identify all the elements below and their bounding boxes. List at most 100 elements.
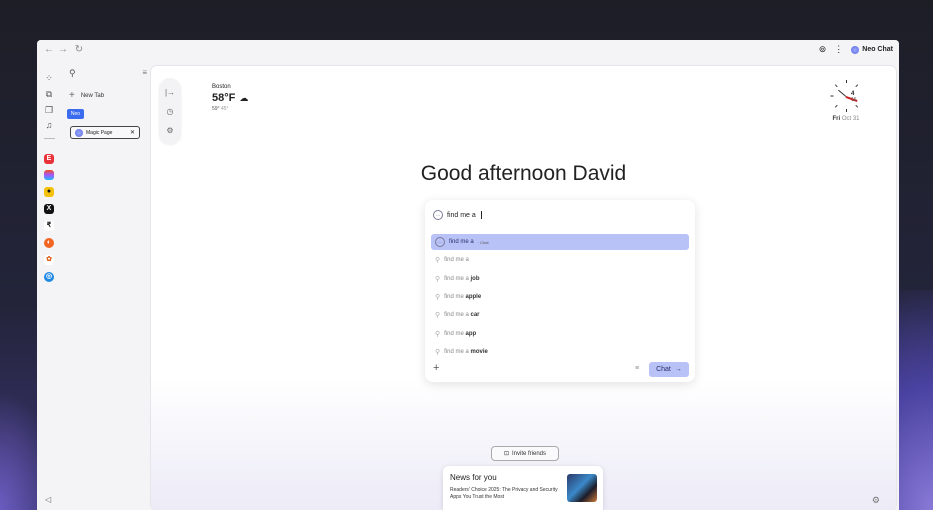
temp-low: 45° bbox=[220, 106, 229, 112]
news-headline: Readers' Choice 2025: The Privacy and Se… bbox=[450, 487, 558, 500]
arrow-right-icon: → bbox=[674, 366, 682, 373]
app-x-icon[interactable]: X bbox=[44, 204, 54, 214]
settings-icon[interactable]: ⚙ bbox=[872, 495, 880, 506]
new-tab-page: |→ ◷ ⚙ Boston 58°F ☁ 59° 45° 4 16 Fri Oc… bbox=[151, 66, 896, 510]
clock-tick bbox=[830, 95, 833, 97]
search-icon: ⚲ bbox=[435, 312, 441, 319]
search-icon: ⚲ bbox=[435, 276, 441, 283]
clock-tick bbox=[845, 109, 847, 112]
suggestion-item[interactable]: ⚲ find me a car bbox=[431, 307, 689, 323]
search-input[interactable]: … find me a bbox=[433, 210, 482, 220]
reload-icon[interactable]: ↻ bbox=[73, 44, 85, 55]
suggestion-item[interactable]: ⚲ find me apple bbox=[431, 289, 689, 305]
floating-toolbar: |→ ◷ ⚙ bbox=[159, 78, 181, 144]
app-globe-icon[interactable]: ◎ bbox=[44, 272, 54, 282]
neo-logo-icon bbox=[851, 45, 860, 54]
search-icon: ⚲ bbox=[435, 257, 441, 264]
grid-icon[interactable]: ⁘ bbox=[43, 72, 55, 84]
greeting-heading: Good afternoon David bbox=[420, 162, 627, 185]
toolbar-right: ⊚ ⋮ Neo Chat bbox=[819, 44, 893, 55]
clock-widget: 4 16 Fri Oct 31 bbox=[826, 80, 866, 122]
tab-label: Magic Page bbox=[86, 129, 113, 136]
back-icon[interactable]: ← bbox=[43, 44, 55, 55]
text-caret bbox=[480, 211, 482, 219]
copy-icon[interactable]: ❐ bbox=[43, 104, 55, 116]
search-query: find me a bbox=[447, 211, 476, 219]
filter-icon[interactable]: ≡ bbox=[142, 68, 147, 77]
clock-tick bbox=[854, 84, 858, 88]
app-figma-icon[interactable] bbox=[44, 170, 54, 180]
news-title: News for you bbox=[450, 473, 497, 482]
clock-tick bbox=[854, 104, 858, 108]
suggestion-item[interactable]: … find me a · Chat bbox=[431, 234, 689, 250]
invite-icon: ⊡ bbox=[503, 451, 509, 457]
neo-tab-badge[interactable]: Neo bbox=[67, 109, 84, 119]
chat-button[interactable]: Chat → bbox=[649, 362, 689, 377]
clock-tick bbox=[845, 80, 847, 83]
tabs-icon[interactable]: ⧉ bbox=[43, 88, 55, 100]
plus-icon: + bbox=[69, 90, 75, 101]
date-month-day: Oct 31 bbox=[841, 116, 860, 122]
date-day: Fri bbox=[832, 116, 841, 122]
bell-icon[interactable]: ♫ bbox=[43, 119, 55, 131]
browser-toolbar: ← → ↻ ⊚ ⋮ Neo Chat bbox=[37, 40, 899, 62]
tab-sidebar: ⚲ ≡ + New Tab Neo Magic Page ✕ bbox=[61, 62, 151, 510]
weather-widget: Boston 58°F ☁ 59° 45° bbox=[212, 84, 248, 112]
magic-page-icon bbox=[75, 128, 83, 137]
extensions-icon[interactable]: ⚙ bbox=[159, 126, 181, 135]
search-icon: ⚲ bbox=[435, 331, 441, 338]
app-mailchimp-icon[interactable]: ● bbox=[44, 187, 54, 197]
app-cog-icon[interactable]: ✿ bbox=[44, 255, 54, 265]
chat-bubble-icon: … bbox=[435, 237, 445, 247]
suggestion-item[interactable]: ⚲ find me app bbox=[431, 326, 689, 342]
search-icon[interactable]: ⚲ bbox=[69, 68, 76, 79]
clock-tick bbox=[834, 84, 838, 88]
suggestion-text: find me a job bbox=[444, 276, 480, 282]
suggestion-text: find me a car bbox=[444, 312, 480, 318]
menu-icon[interactable]: ⋮ bbox=[834, 44, 843, 55]
new-tab-label: New Tab bbox=[80, 92, 105, 99]
search-icon: ⚲ bbox=[435, 349, 441, 356]
tab-magic-page[interactable]: Magic Page ✕ bbox=[70, 126, 140, 139]
invite-label: Invite friends bbox=[512, 450, 547, 457]
collapse-icon[interactable]: |→ bbox=[159, 88, 181, 97]
suggestion-item[interactable]: ⚲ find me a movie bbox=[431, 344, 689, 360]
temp-value: 58°F bbox=[212, 92, 236, 104]
send-icon[interactable]: ◁ bbox=[45, 495, 51, 504]
add-attachment-icon[interactable]: + bbox=[433, 362, 439, 374]
app-rail: ⁘ ⧉ ❐ ♫ E ● X ₹ ◐ ✿ ◎ ◁ bbox=[37, 62, 61, 510]
suggestion-text: find me a movie bbox=[444, 349, 488, 355]
clock-minute-number: 16 bbox=[851, 97, 857, 103]
suggestion-item[interactable]: ⚲ find me a bbox=[431, 252, 689, 268]
suggestion-text: find me a bbox=[444, 257, 469, 263]
chat-button-label: Chat bbox=[656, 366, 671, 373]
weather-hilo: 59° 45° bbox=[212, 106, 248, 112]
list-icon[interactable]: ≡ bbox=[635, 365, 639, 372]
suggestion-text: find me app bbox=[444, 331, 477, 337]
news-thumbnail bbox=[567, 474, 597, 502]
new-tab-button[interactable]: + New Tab bbox=[69, 90, 104, 101]
profile-icon[interactable]: ⊚ bbox=[819, 44, 827, 55]
search-icon: ⚲ bbox=[435, 294, 441, 301]
clock-tick bbox=[834, 104, 838, 108]
app-framer-icon[interactable]: ₹ bbox=[44, 221, 54, 231]
suggestion-item[interactable]: ⚲ find me a job bbox=[431, 271, 689, 287]
forward-icon[interactable]: → bbox=[57, 44, 69, 55]
weather-temp: 58°F ☁ bbox=[212, 92, 248, 104]
app-espn-icon[interactable]: E bbox=[44, 154, 54, 164]
cloud-icon: ☁ bbox=[239, 93, 249, 103]
app-feed-icon[interactable]: ◐ bbox=[44, 238, 54, 248]
chat-bubble-icon: … bbox=[433, 210, 443, 220]
temp-high: 59° bbox=[212, 106, 220, 112]
news-card[interactable]: News for you Readers' Choice 2025: The P… bbox=[443, 466, 603, 510]
close-icon[interactable]: ✕ bbox=[130, 129, 135, 136]
weather-city: Boston bbox=[212, 84, 231, 90]
suggestion-text: find me a bbox=[449, 239, 474, 245]
clock-date: Fri Oct 31 bbox=[826, 116, 866, 122]
suggestion-tag: · Chat bbox=[477, 239, 489, 245]
neo-chat-label: Neo Chat bbox=[862, 46, 893, 53]
neo-chat-button[interactable]: Neo Chat bbox=[851, 45, 893, 54]
invite-friends-button[interactable]: ⊡ Invite friends bbox=[491, 446, 559, 461]
rail-divider bbox=[44, 138, 55, 139]
history-icon[interactable]: ◷ bbox=[159, 107, 181, 116]
